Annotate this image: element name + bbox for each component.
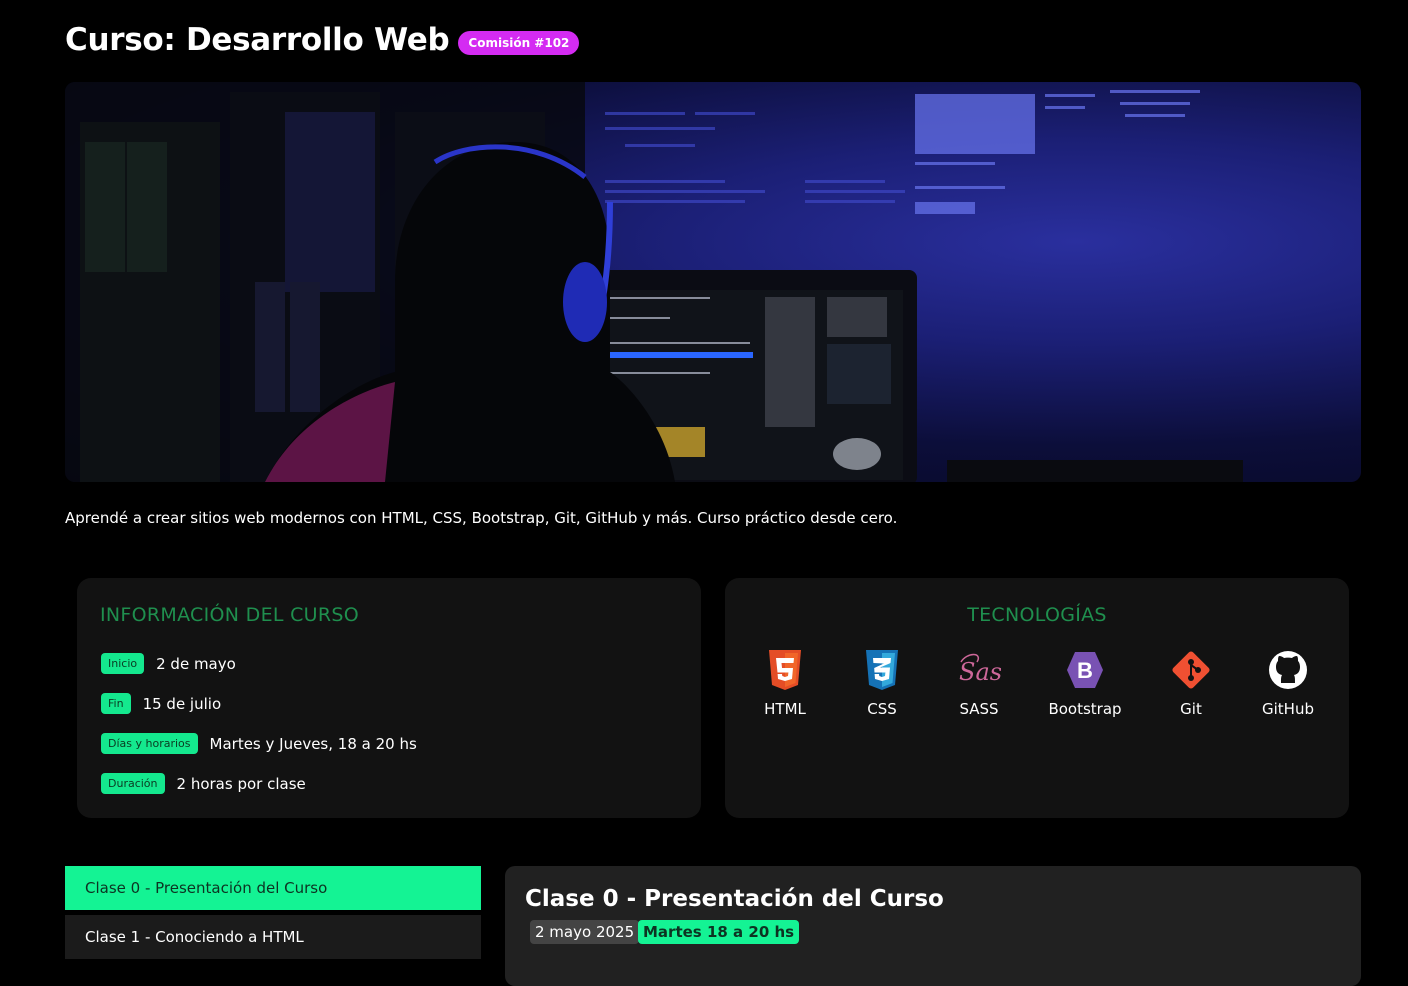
sass-icon: Sass xyxy=(929,650,1029,690)
class-detail-title: Clase 0 - Presentación del Curso xyxy=(525,886,944,912)
class-detail-panel: Clase 0 - Presentación del Curso 2 mayo … xyxy=(505,866,1361,986)
technologies-title: TECNOLOGÍAS xyxy=(967,604,1107,626)
info-label: Días y horarios xyxy=(101,733,198,754)
class-item-0[interactable]: Clase 0 - Presentación del Curso xyxy=(65,866,481,910)
tech-css: CSS xyxy=(832,650,932,718)
tech-git: Git xyxy=(1141,650,1241,718)
tech-label: Bootstrap xyxy=(1048,700,1122,718)
hero-image xyxy=(65,82,1361,482)
info-value: 2 horas por clase xyxy=(176,774,306,793)
tech-github: GitHub xyxy=(1238,650,1338,718)
info-value: Martes y Jueves, 18 a 20 hs xyxy=(209,734,417,753)
tech-bootstrap: B Bootstrap xyxy=(1035,650,1135,718)
tech-sass: Sass SASS xyxy=(929,650,1029,718)
info-label: Duración xyxy=(101,773,165,794)
info-row-start: Inicio 2 de mayo xyxy=(101,653,236,674)
info-row-end: Fin 15 de julio xyxy=(101,693,221,714)
svg-text:B: B xyxy=(1077,658,1093,683)
info-value: 2 de mayo xyxy=(156,654,236,673)
git-icon xyxy=(1141,650,1241,690)
course-info-title: INFORMACIÓN DEL CURSO xyxy=(100,604,359,626)
tech-html: HTML xyxy=(735,650,835,718)
commission-badge: Comisión #102 xyxy=(458,31,580,55)
technologies-card: TECNOLOGÍAS HTML CSS Sas SASS B Bootstra… xyxy=(725,578,1349,818)
bootstrap-icon: B xyxy=(1035,650,1135,690)
course-info-card: INFORMACIÓN DEL CURSO Inicio 2 de mayo F… xyxy=(77,578,701,818)
github-icon xyxy=(1238,650,1338,690)
tech-label: CSS xyxy=(867,700,897,718)
class-time-badge: Martes 18 a 20 hs xyxy=(638,920,800,944)
info-label: Fin xyxy=(101,693,131,714)
tech-label: GitHub xyxy=(1262,700,1314,718)
css3-icon xyxy=(832,650,932,690)
class-date-badge: 2 mayo 2025 xyxy=(530,920,640,944)
info-row-duration: Duración 2 horas por clase xyxy=(101,773,306,794)
info-row-schedule: Días y horarios Martes y Jueves, 18 a 20… xyxy=(101,733,417,754)
tech-label: SASS xyxy=(959,700,999,718)
hero-illustration xyxy=(65,82,1243,482)
page-header: Curso: Desarrollo Web Comisión #102 xyxy=(65,22,580,58)
tech-label: HTML xyxy=(764,700,806,718)
page-title: Curso: Desarrollo Web xyxy=(65,22,450,58)
tech-label: Git xyxy=(1180,700,1202,718)
info-label: Inicio xyxy=(101,653,145,674)
html5-icon xyxy=(735,650,835,690)
svg-text:Sass: Sass xyxy=(959,658,1001,686)
course-description: Aprendé a crear sitios web modernos con … xyxy=(65,509,898,527)
info-value: 15 de julio xyxy=(142,694,222,713)
class-item-1[interactable]: Clase 1 - Conociendo a HTML xyxy=(65,915,481,959)
